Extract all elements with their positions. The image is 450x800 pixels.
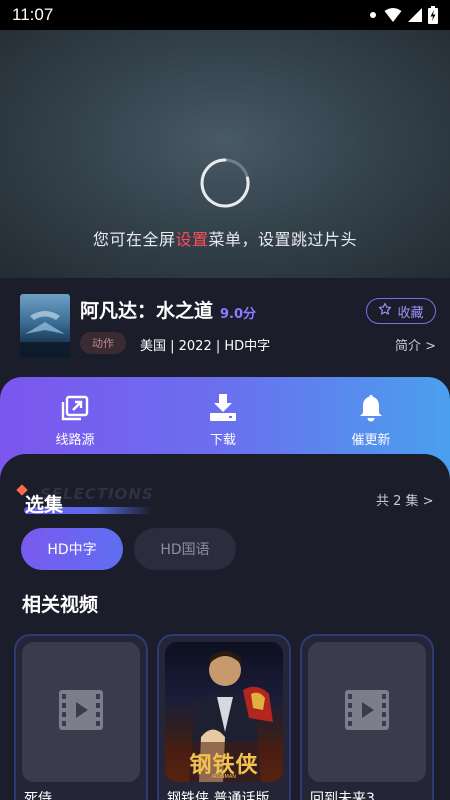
video-placeholder-icon	[59, 690, 103, 734]
related-video-name: 回到未来3	[310, 791, 375, 800]
movie-meta: 美国 | 2022 | HD中字	[140, 339, 271, 354]
movie-info: 阿凡达：水之道 9.0分 收藏 动作 美国 | 2022 | HD中字 简介 >	[0, 278, 450, 388]
download-button[interactable]: 下载	[173, 393, 273, 448]
video-thumbnail	[22, 642, 140, 782]
tip-text-after: 菜单，设置跳过片头	[208, 230, 358, 249]
episode-count-link[interactable]: 共 2 集 >	[376, 490, 434, 509]
related-video-name: 钢铁侠 普通话版	[167, 791, 270, 800]
related-videos-title: 相关视频	[22, 594, 99, 616]
related-video-card[interactable]: 死侍	[14, 634, 148, 800]
video-thumbnail	[308, 642, 426, 782]
battery-charging-icon	[428, 6, 438, 24]
favorite-button[interactable]: 收藏	[366, 298, 436, 324]
route-source-icon	[25, 393, 125, 423]
bell-icon	[321, 393, 421, 423]
genre-tag: 动作	[80, 332, 126, 354]
urge-update-label: 催更新	[351, 433, 391, 448]
route-source-label: 线路源	[55, 433, 95, 448]
episode-option-hd-mandarin[interactable]: HD国语	[134, 528, 236, 570]
episodes-section: SELECTIONS 选集 共 2 集 > HD中字 HD国语 相关视频 死侍	[0, 454, 450, 800]
wifi-icon	[384, 7, 402, 23]
intro-link[interactable]: 简介 >	[395, 335, 436, 354]
status-icons	[368, 6, 438, 24]
movie-score: 9.0分	[220, 307, 257, 322]
episode-option-hd-sub[interactable]: HD中字	[21, 528, 123, 570]
download-icon	[173, 393, 273, 423]
status-bar: 11:07	[0, 0, 450, 30]
status-time: 11:07	[12, 5, 54, 24]
poster-subtitle-text: IRONMAN	[211, 774, 237, 780]
tip-text-before: 您可在全屏	[92, 230, 176, 249]
video-placeholder-icon	[345, 690, 389, 734]
movie-poster	[20, 294, 70, 358]
movie-title: 阿凡达：水之道	[80, 300, 214, 322]
related-video-card[interactable]: 回到未来3	[300, 634, 434, 800]
route-source-button[interactable]: 线路源	[25, 393, 125, 448]
download-label: 下载	[209, 433, 236, 448]
signal-icon	[408, 7, 422, 23]
video-detail-screen: 11:07 您可在全屏设置菜单，设置跳过片头 阿凡达：水之道 9.0分 收藏 动…	[0, 0, 450, 800]
tip-settings-highlight: 设置	[175, 230, 209, 249]
video-player[interactable]: 您可在全屏设置菜单，设置跳过片头	[0, 30, 450, 278]
episodes-title: 选集	[25, 494, 64, 516]
video-thumbnail: 钢铁侠 IRONMAN	[165, 642, 283, 782]
favorite-label: 收藏	[397, 305, 424, 321]
related-video-name: 死侍	[24, 791, 52, 800]
urge-update-button[interactable]: 催更新	[321, 393, 421, 448]
loading-spinner-icon	[199, 157, 251, 209]
player-skip-tip: 您可在全屏设置菜单，设置跳过片头	[0, 226, 450, 250]
notification-dot-icon	[368, 10, 378, 20]
star-icon	[378, 302, 392, 320]
related-video-card[interactable]: 钢铁侠 IRONMAN 钢铁侠 普通话版	[157, 634, 291, 800]
